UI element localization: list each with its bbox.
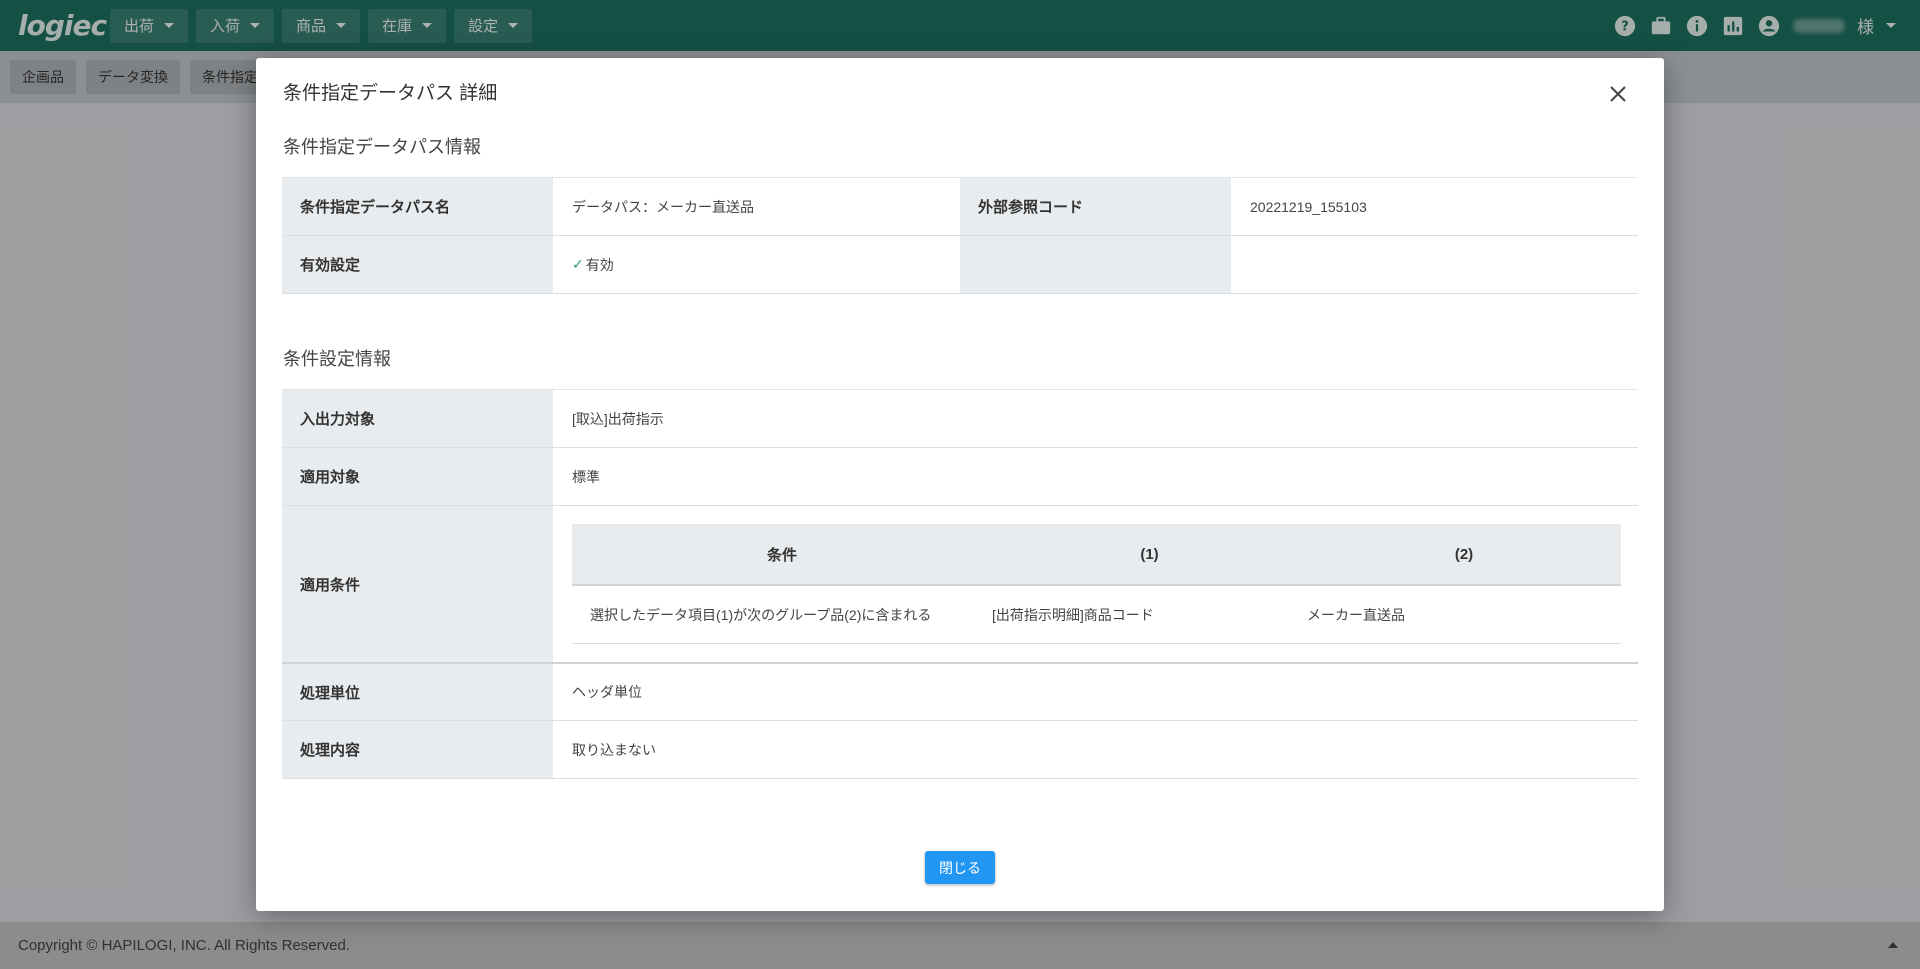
external-code-value: 20221219_155103 (1231, 178, 1638, 235)
table-row: 処理単位 ヘッダ単位 (282, 664, 1638, 721)
condition-subtable: 条件 (1) (2) 選択したデータ項目(1)が次のグループ品(2)に含まれる … (572, 524, 1621, 644)
valid-setting-value: 有効 (585, 256, 614, 273)
table-row: 適用条件 条件 (1) (2) 選択したデータ項目(1)が次のグループ品(2)に… (282, 506, 1638, 664)
valid-setting-value-cell: ✓ 有効 (553, 236, 960, 293)
col-header-param2: (2) (1454, 545, 1474, 563)
section-title-condition-info: 条件設定情報 (283, 349, 391, 369)
io-target-label: 入出力対象 (282, 390, 553, 447)
table-row: 選択したデータ項目(1)が次のグループ品(2)に含まれる [出荷指示明細]商品コ… (572, 586, 1621, 644)
section-title-datapath-info: 条件指定データパス情報 (283, 137, 481, 157)
process-unit-value: ヘッダ単位 (553, 664, 1638, 720)
datapath-info-table: 条件指定データパス名 データパス：メーカー直送品 外部参照コード 2022121… (282, 177, 1638, 294)
process-content-label: 処理内容 (282, 721, 553, 778)
condition-subtable-header: 条件 (1) (2) (572, 524, 1621, 586)
external-code-label: 外部参照コード (960, 178, 1231, 235)
condition-info-table: 入出力対象 [取込]出荷指示 適用対象 標準 適用条件 条件 (1) (2) 選… (282, 389, 1638, 779)
process-content-value: 取り込まない (553, 721, 1638, 778)
empty-label-cell (960, 236, 1231, 293)
col-header-param1: (1) (1140, 545, 1159, 563)
datapath-name-value: データパス：メーカー直送品 (553, 178, 960, 235)
table-row: 条件指定データパス名 データパス：メーカー直送品 外部参照コード 2022121… (282, 178, 1638, 236)
table-row: 処理内容 取り込まない (282, 721, 1638, 779)
modal-title: 条件指定データパス 詳細 (283, 83, 498, 104)
cell-condition: 選択したデータ項目(1)が次のグループ品(2)に含まれる (590, 606, 932, 623)
check-icon: ✓ (572, 256, 584, 272)
col-header-condition: 条件 (766, 546, 797, 564)
empty-value-cell (1231, 236, 1638, 293)
cell-param1: [出荷指示明細]商品コード (992, 606, 1154, 623)
cell-param2: メーカー直送品 (1307, 606, 1405, 623)
datapath-name-label: 条件指定データパス名 (282, 178, 553, 235)
valid-setting-label: 有効設定 (282, 236, 553, 293)
close-button[interactable]: 閉じる (925, 851, 995, 884)
apply-target-value: 標準 (553, 448, 1638, 505)
table-row: 適用対象 標準 (282, 448, 1638, 506)
process-unit-label: 処理単位 (282, 664, 553, 720)
detail-modal: 条件指定データパス 詳細 条件指定データパス情報 条件指定データパス名 データパ… (256, 58, 1664, 911)
apply-condition-value: 条件 (1) (2) 選択したデータ項目(1)が次のグループ品(2)に含まれる … (553, 506, 1638, 662)
io-target-value: [取込]出荷指示 (553, 390, 1638, 447)
table-row: 入出力対象 [取込]出荷指示 (282, 390, 1638, 448)
table-row: 有効設定 ✓ 有効 (282, 236, 1638, 294)
apply-target-label: 適用対象 (282, 448, 553, 505)
apply-condition-label: 適用条件 (282, 506, 553, 662)
close-icon[interactable] (1604, 80, 1632, 108)
